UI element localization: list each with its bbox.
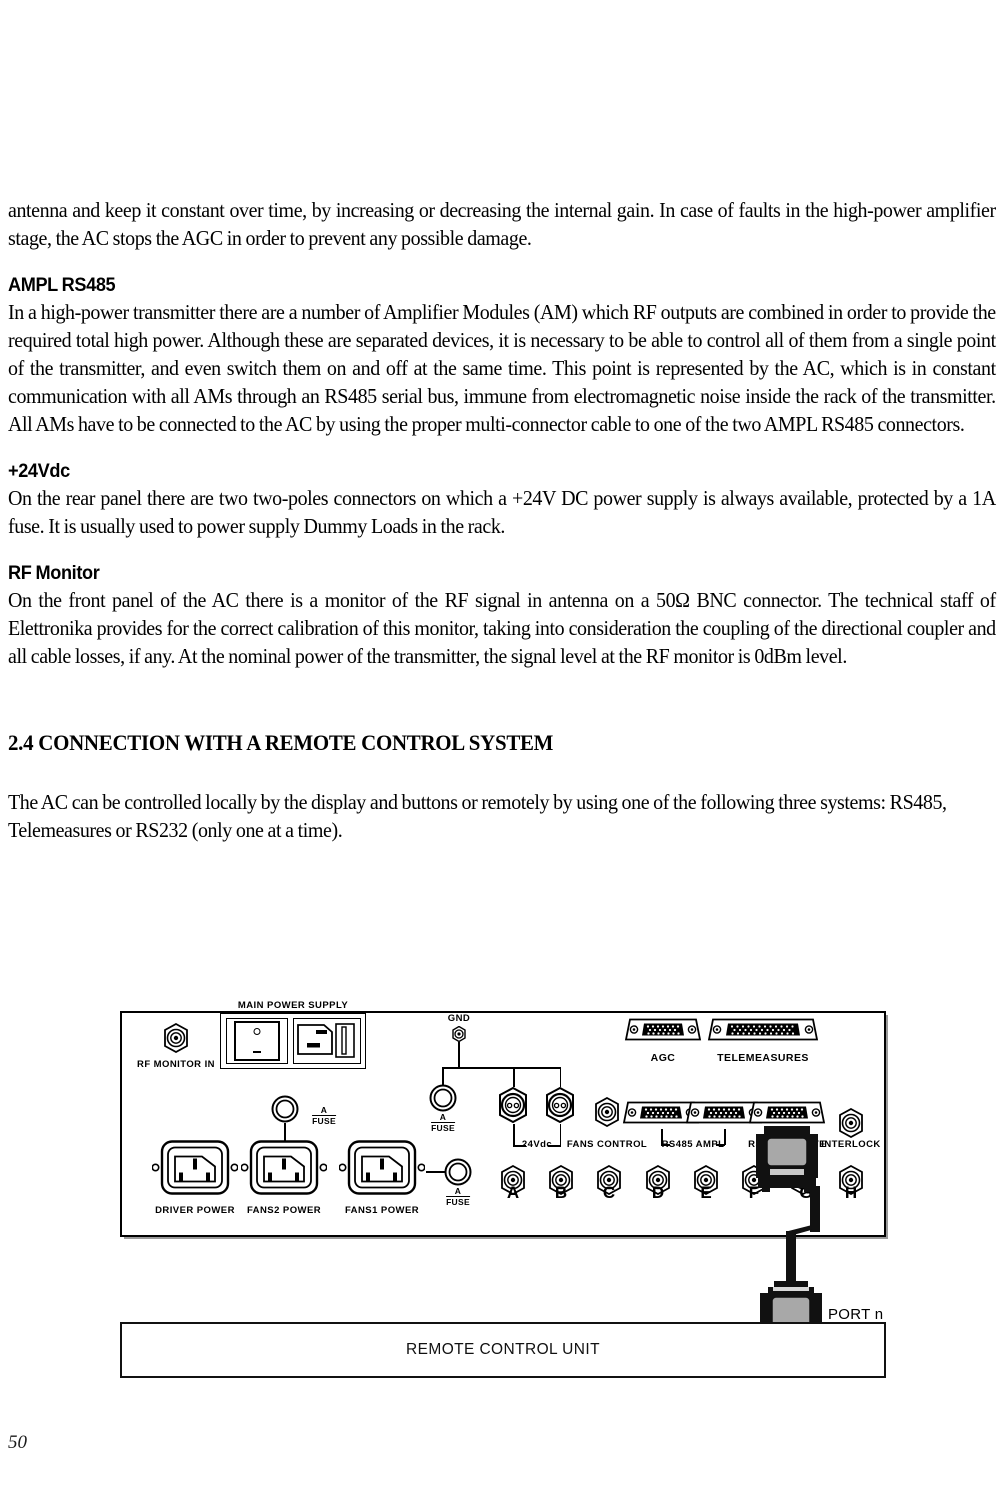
label-bnc-a: A	[506, 1183, 520, 1202]
label-bnc-h: H	[844, 1183, 858, 1202]
label-fans1-fuse: FUSE	[446, 1196, 470, 1207]
bracket-24vdc-left-leg	[513, 1124, 515, 1146]
fans2-power-inlet	[240, 1139, 328, 1202]
mains-inlet-with-fuse	[293, 1018, 361, 1064]
paragraph-24vdc: On the rear panel there are two two-pole…	[8, 486, 996, 538]
rocker-switch-face	[234, 1021, 280, 1061]
fans1-power-inlet	[338, 1139, 426, 1202]
fans1-fuse-holder	[444, 1158, 472, 1186]
label-rf-monitor-in: RF MONITOR IN	[137, 1059, 215, 1070]
telemeasures-connector	[704, 1016, 822, 1049]
label-bnc-b: B	[554, 1183, 568, 1202]
power-rocker-switch[interactable]	[226, 1018, 288, 1064]
label-gnd: GND	[447, 1013, 471, 1024]
fans-control-connector	[592, 1097, 622, 1127]
agc-connector	[622, 1016, 704, 1049]
rs485-remote-cable-plug	[756, 1126, 818, 1197]
bracket-24vdc-right-leg	[559, 1124, 562, 1146]
driver-power-inlet	[151, 1139, 239, 1202]
paragraph-remote-control: The AC can be controlled locally by the …	[8, 790, 947, 842]
wire-gnd-bus	[442, 1067, 560, 1069]
cable-segment-lower	[786, 1231, 796, 1283]
interlock-connector	[836, 1108, 866, 1138]
label-interlock: INTERLOCK	[821, 1139, 881, 1150]
label-port-n: PORT n	[828, 1306, 884, 1323]
24vdc-connector-2	[542, 1087, 578, 1123]
label-fans1-power: FANS1 POWER	[344, 1205, 420, 1216]
document-page: antenna and keep it constant over time, …	[0, 0, 1004, 1502]
paragraph-intro: antenna and keep it constant over time, …	[8, 198, 996, 250]
wire-gnd-to-24v-a	[513, 1067, 515, 1087]
heading-section-2-4: 2.4 CONNECTION WITH A REMOTE CONTROL SYS…	[8, 730, 554, 755]
label-fans2-power: FANS2 POWER	[246, 1205, 322, 1216]
label-bnc-d: D	[651, 1183, 665, 1202]
wire-gnd-down	[458, 1042, 460, 1068]
label-fans2-fuse: FUSE	[312, 1115, 336, 1126]
label-bnc-c: C	[602, 1183, 616, 1202]
label-main-power-supply: MAIN POWER SUPPLY	[237, 1000, 349, 1011]
label-remote-control-unit: REMOTE CONTROL UNIT	[406, 1341, 600, 1358]
label-dc-fuse: FUSE	[431, 1122, 455, 1133]
label-telemeasures: TELEMEASURES	[717, 1052, 809, 1064]
gnd-stud	[451, 1025, 467, 1043]
heading-ampl-rs485: AMPL RS485	[8, 274, 116, 296]
heading-rf-monitor: RF Monitor	[8, 562, 100, 584]
wire-gnd-to-24v-b	[559, 1067, 562, 1087]
paragraph-ampl-rs485: In a high-power transmitter there are a …	[8, 300, 996, 436]
fans2-fuse-holder	[271, 1095, 299, 1123]
cable-segment-upper	[810, 1186, 820, 1232]
page-number: 50	[8, 1432, 27, 1453]
label-24vdc: 24Vdc	[521, 1139, 553, 1150]
heading-24vdc: +24Vdc	[8, 460, 70, 482]
label-fans1-fuse-amp: A	[454, 1186, 462, 1196]
label-rs485-ampl: RS485 AMPL	[661, 1139, 725, 1150]
label-fans-control: FANS CONTROL	[566, 1139, 648, 1150]
main-power-supply-module	[220, 1013, 366, 1069]
label-agc: AGC	[650, 1052, 676, 1064]
24vdc-connector-1	[495, 1087, 531, 1123]
text-column: antenna and keep it constant over time, …	[8, 196, 996, 844]
dc-fuse-holder	[429, 1084, 457, 1112]
label-driver-power: DRIVER POWER	[155, 1205, 235, 1216]
label-dc-fuse-amp: A	[439, 1112, 447, 1122]
paragraph-rf-monitor: On the front panel of the AC there is a …	[8, 588, 996, 668]
label-bnc-e: E	[700, 1183, 712, 1202]
rf-monitor-in-connector	[161, 1023, 191, 1053]
label-fans2-fuse-amp: A	[320, 1105, 328, 1115]
remote-control-unit-box: REMOTE CONTROL UNIT	[120, 1322, 886, 1378]
